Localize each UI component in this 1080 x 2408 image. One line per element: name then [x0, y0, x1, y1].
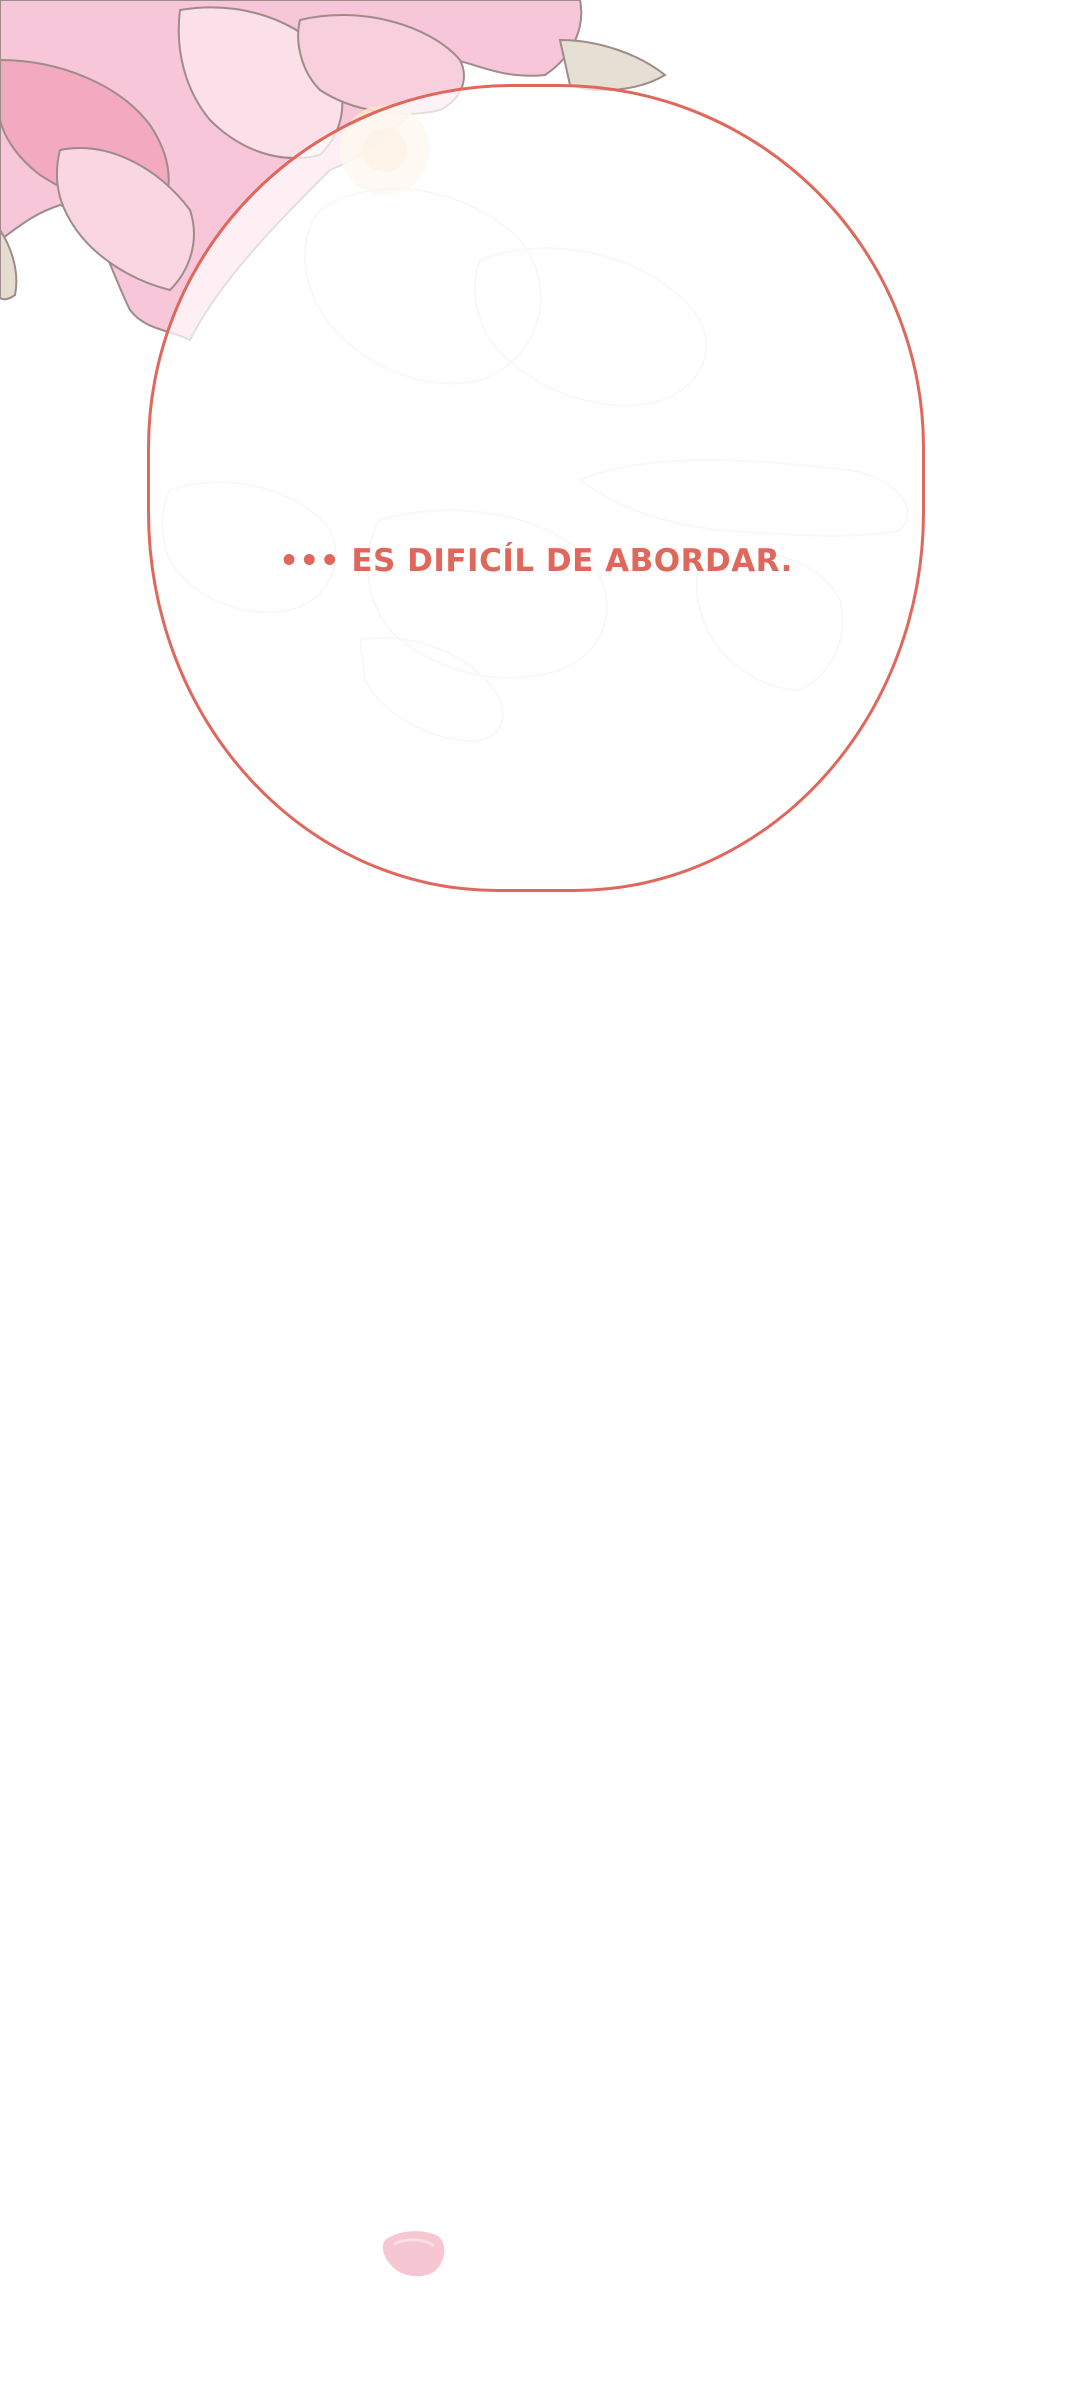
comic-panel: ••• ES DIFICÍL DE ABORDAR.	[0, 0, 1080, 2408]
petal-illustration	[382, 2231, 445, 2277]
speech-text: ••• ES DIFICÍL DE ABORDAR.	[279, 543, 793, 579]
speech-bubble: ••• ES DIFICÍL DE ABORDAR.	[147, 84, 925, 892]
